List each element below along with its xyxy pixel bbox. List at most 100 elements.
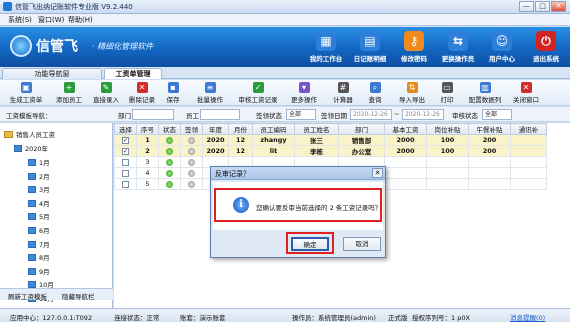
nav-switch-user-button[interactable]: ⇆ 更换操作员 <box>436 31 480 65</box>
row-checkbox[interactable]: ✓ <box>122 136 129 144</box>
cell-comm <box>510 156 547 168</box>
hide-nav-button[interactable]: 隐藏导航栏 <box>62 291 95 301</box>
tab-payroll-management[interactable]: 工资单管理 <box>104 68 162 79</box>
dept-input[interactable] <box>132 109 174 120</box>
sign-date-to-input[interactable]: 2020-12-26 <box>402 109 444 120</box>
refresh-template-button[interactable]: 刷新工资模板 <box>8 291 47 301</box>
toolbar-label: 关闭窗口 <box>513 96 539 104</box>
audit-status-select[interactable]: 全部 <box>482 109 512 120</box>
audit-status-label: 审核状态 <box>452 112 478 120</box>
tree-month-item[interactable]: 5月 <box>28 211 50 221</box>
print-button[interactable]: ▭ 打印 <box>434 82 460 104</box>
nav-power-button[interactable]: ⏻ 退出系统 <box>524 31 568 65</box>
nav-monitor-button[interactable]: ▦ 我的工作台 <box>304 31 348 65</box>
toolbar-label: 导入导出 <box>399 96 425 104</box>
audit-button[interactable]: ✓ 审核工资记录 <box>236 82 280 104</box>
minimize-button[interactable]: — <box>519 1 534 12</box>
query-button[interactable]: ⌕ 查询 <box>360 82 390 104</box>
status-operator: 操作员：系统管理员(admin) <box>292 314 376 322</box>
cell-lunch <box>468 156 511 168</box>
nav-user-center-button[interactable]: ☺ 用户中心 <box>480 31 524 65</box>
column-header[interactable]: 基本工资 <box>384 123 427 135</box>
tree-month-item[interactable]: 7月 <box>28 239 50 249</box>
toolbar-label: 批量操作 <box>197 96 223 104</box>
nav-ledger-button[interactable]: ▤ 日记账明细 <box>348 31 392 65</box>
message-reminder-link[interactable]: 消息提醒(0) <box>510 312 545 322</box>
tree-month-item[interactable]: 1月 <box>28 157 50 167</box>
cell-month: 12 <box>228 145 253 157</box>
tree-root[interactable]: 销售人员工资 <box>4 129 55 139</box>
menu-help[interactable]: 帮助(H) <box>68 15 93 25</box>
select-cell[interactable] <box>114 167 137 179</box>
tree-month-item[interactable]: 2月 <box>28 171 50 181</box>
maximize-button[interactable]: □ <box>535 1 550 12</box>
tree-month-item[interactable]: 8月 <box>28 252 50 262</box>
tree-month-item[interactable]: 6月 <box>28 225 50 235</box>
cell-comm <box>510 134 547 146</box>
column-header[interactable]: 月份 <box>228 123 253 135</box>
select-cell[interactable] <box>114 156 137 168</box>
sign-date-from-input[interactable]: 2020-12-26 <box>350 109 392 120</box>
highlight-message-box <box>214 188 382 222</box>
tree-year[interactable]: 2020年 <box>14 143 48 153</box>
cell-code: lit <box>252 145 295 157</box>
select-cell[interactable] <box>114 178 137 190</box>
column-header[interactable]: 部门 <box>338 123 385 135</box>
columns-icon: ▥ <box>479 82 491 93</box>
columns-button[interactable]: ▥ 配置数据列 <box>466 82 504 104</box>
close-button[interactable]: ✕ <box>551 1 566 12</box>
column-header[interactable]: 岗位补贴 <box>426 123 469 135</box>
column-header[interactable]: 员工姓名 <box>294 123 339 135</box>
dialog-close-button[interactable]: ✕ <box>372 168 383 178</box>
column-header[interactable]: 序号 <box>136 123 159 135</box>
generate-button[interactable]: ▣ 生成工资单 <box>6 82 46 104</box>
sidebar-footer: 刷新工资模板 隐藏导航栏 <box>0 288 113 301</box>
batch-button[interactable]: ≡ 批量操作 <box>190 82 230 104</box>
column-header[interactable]: 员工编码 <box>252 123 295 135</box>
tree-month-item[interactable]: 4月 <box>28 198 50 208</box>
sign-status-select[interactable]: 全部 <box>286 109 316 120</box>
generate-icon: ▣ <box>20 82 32 93</box>
delete-button[interactable]: ✕ 删除记录 <box>126 82 158 104</box>
table-row[interactable]: ✓ 2 2020 12 lit 李栋 办公室 2000 100 200 <box>114 145 547 157</box>
table-row[interactable]: ✓ 1 2020 12 zhangy 张三 销售部 2000 100 200 <box>114 134 547 146</box>
tab-function-nav[interactable]: 功能导航窗 <box>2 68 102 79</box>
toolbar-label: 更多操作 <box>291 96 317 104</box>
select-cell[interactable]: ✓ <box>114 134 137 146</box>
calculator-button[interactable]: # 计算器 <box>330 82 356 104</box>
column-header[interactable]: 午餐补贴 <box>468 123 511 135</box>
tree-month-item[interactable]: 9月 <box>28 266 50 276</box>
save-button[interactable]: ▪ 保存 <box>160 82 186 104</box>
more-button[interactable]: ▾ 更多操作 <box>284 82 324 104</box>
cell-name: 张三 <box>294 134 339 146</box>
column-header[interactable]: 选择 <box>114 123 137 135</box>
nav-lock-button[interactable]: ⚷ 修改密码 <box>392 31 436 65</box>
row-checkbox[interactable]: ✓ <box>122 147 129 155</box>
sign-status-icon <box>188 136 195 144</box>
sign-status-label: 签领状态 <box>256 112 282 120</box>
column-header[interactable]: 通讯补 <box>510 123 547 135</box>
select-cell[interactable]: ✓ <box>114 145 137 157</box>
menu-window[interactable]: 窗口(W) <box>38 15 64 25</box>
menu-bar: 系统(S) 窗口(W) 帮助(H) <box>0 14 570 26</box>
toolbar-label: 删除记录 <box>129 96 155 104</box>
import-export-button[interactable]: ⇅ 导入导出 <box>394 82 430 104</box>
employee-input[interactable] <box>200 109 240 120</box>
column-header[interactable]: 状态 <box>158 123 181 135</box>
toolbar-label: 审核工资记录 <box>238 96 278 104</box>
tree-month-item[interactable]: 3月 <box>28 184 50 194</box>
employee-label: 员工 <box>186 112 199 120</box>
add-user-button[interactable]: + 添加员工 <box>52 82 86 104</box>
sign-status-icon <box>188 169 195 177</box>
row-checkbox[interactable] <box>122 169 129 177</box>
row-checkbox[interactable] <box>122 158 129 166</box>
row-checkbox[interactable] <box>122 180 129 188</box>
column-header[interactable]: 签领 <box>180 123 203 135</box>
column-header[interactable]: 年度 <box>202 123 229 135</box>
confirm-cancel-button[interactable]: 取消 <box>343 237 381 251</box>
close-window-button[interactable]: ✕ 关闭窗口 <box>508 82 544 104</box>
template-tree: 销售人员工资 2020年 1月2月3月4月5月6月7月8月9月10月11月 <box>0 123 113 308</box>
direct-entry-button[interactable]: ✎ 直接录入 <box>90 82 122 104</box>
menu-system[interactable]: 系统(S) <box>8 15 32 25</box>
status-account: 账套：演示账套 <box>180 314 226 322</box>
